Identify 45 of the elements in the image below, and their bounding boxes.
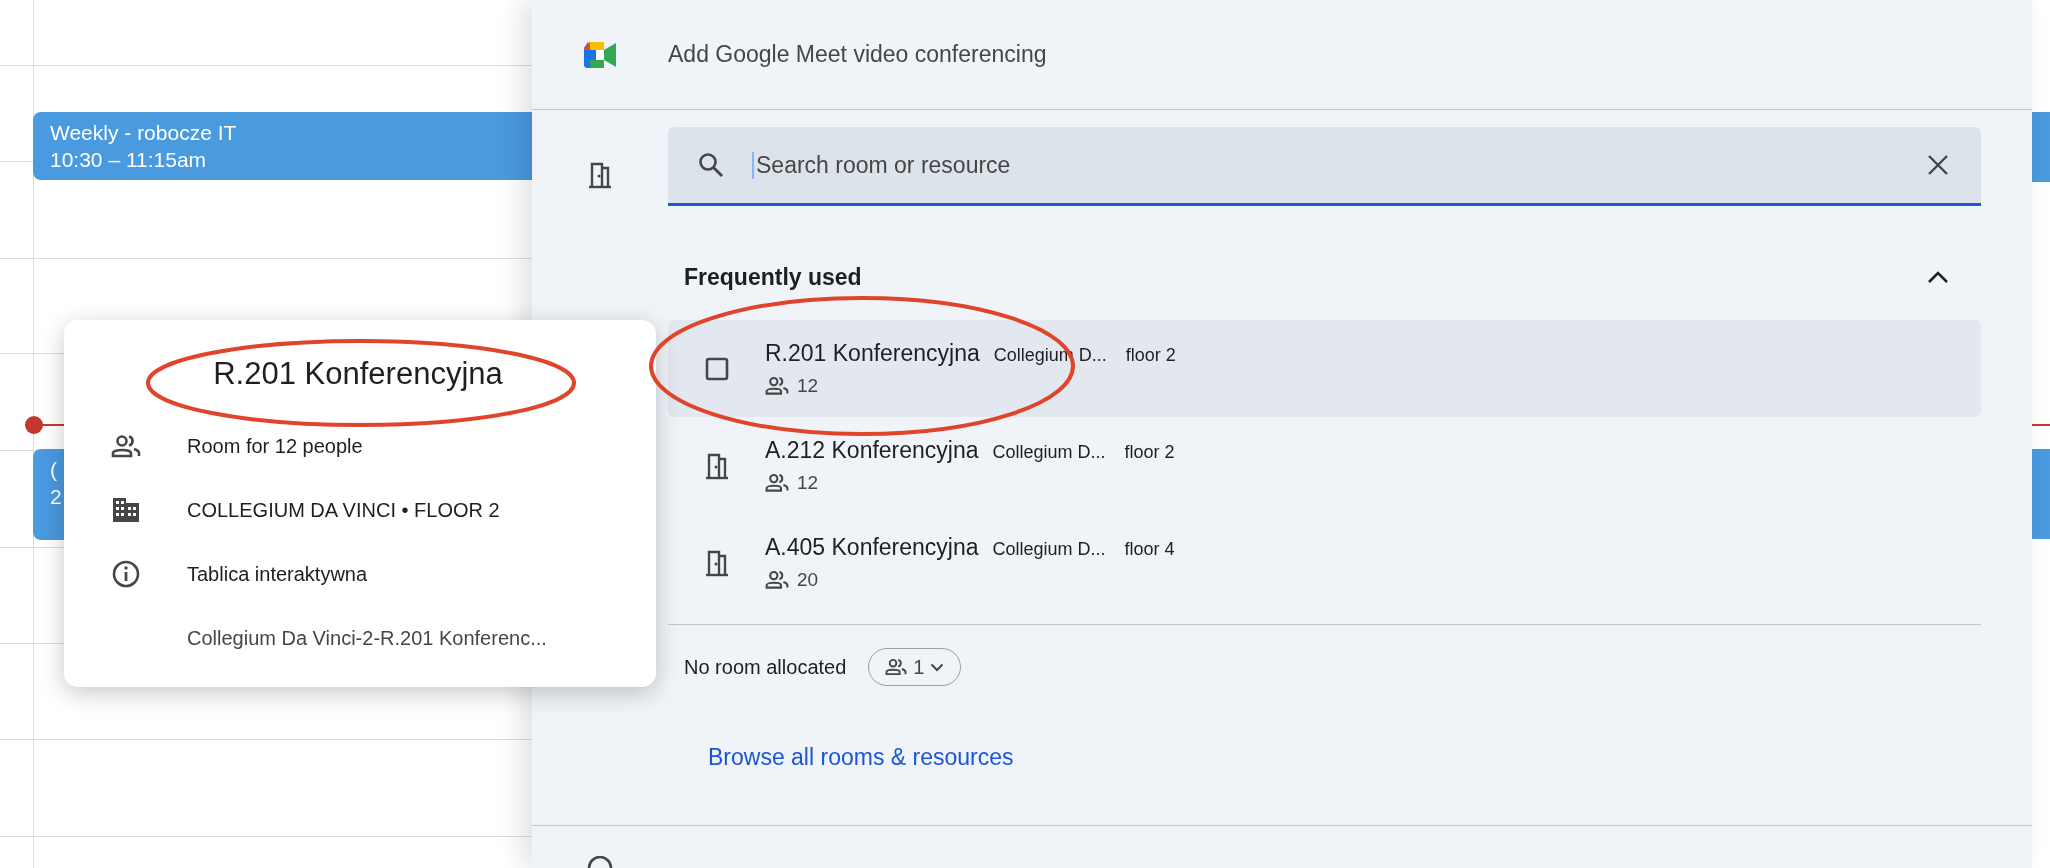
door-icon <box>703 548 730 577</box>
room-building: Collegium D... <box>992 539 1107 560</box>
room-floor: floor 4 <box>1124 539 1175 560</box>
search-bar[interactable]: Search room or resource <box>668 127 1981 206</box>
popup-detail: Tablica interaktywna <box>187 562 368 586</box>
info-icon <box>111 560 140 588</box>
no-room-label: No room allocated <box>684 655 847 679</box>
room-name: R.201 Konferencyjna <box>765 340 980 367</box>
chevron-down-icon <box>930 662 945 672</box>
popup-title: R.201 Konferencyjna <box>213 356 503 392</box>
room-floor: floor 2 <box>1124 442 1175 463</box>
door-icon <box>587 161 613 189</box>
people-icon <box>765 473 789 493</box>
popup-detail: Collegium Da Vinci-2-R.201 Konferenc... <box>187 626 547 650</box>
people-icon <box>765 376 789 396</box>
people-icon <box>765 570 789 590</box>
close-icon[interactable] <box>1927 154 1949 176</box>
room-name: A.405 Konferencyjna <box>765 534 979 561</box>
search-icon <box>698 152 724 178</box>
popup-detail: Room for 12 people <box>187 434 363 458</box>
section-heading: Frequently used <box>684 263 862 291</box>
current-time-line <box>2032 424 2050 426</box>
people-icon <box>885 658 908 676</box>
browse-rooms-link[interactable]: Browse all rooms & resources <box>668 744 1014 771</box>
checkbox[interactable] <box>704 356 729 381</box>
video-camera-icon <box>582 40 618 69</box>
event-time: 2 <box>50 484 62 510</box>
room-item[interactable]: A.405 Konferencyjna Collegium D... floor 4 20 <box>668 514 1981 611</box>
event-time: 10:30 – 11:15am <box>50 147 207 173</box>
door-icon <box>703 451 730 480</box>
popup-detail: COLLEGIUM DA VINCI • FLOOR 2 <box>187 498 500 522</box>
search-field[interactable]: Search room or resource <box>752 151 1899 179</box>
chevron-up-icon[interactable] <box>1927 270 1949 284</box>
meet-link[interactable]: Add Google Meet video conferencing <box>668 41 1047 68</box>
room-floor: floor 2 <box>1125 345 1176 366</box>
event-title: Weekly - robocze IT <box>50 120 237 146</box>
building-icon <box>111 497 140 523</box>
event-title: ( <box>50 457 57 483</box>
room-capacity: 12 <box>797 472 819 494</box>
room-capacity: 12 <box>797 375 819 397</box>
room-name: A.212 Konferencyjna <box>765 437 979 464</box>
room-capacity: 20 <box>797 569 819 591</box>
room-item[interactable]: A.212 Konferencyjna Collegium D... floor 2 12 <box>668 417 1981 514</box>
people-icon <box>110 434 141 458</box>
room-building: Collegium D... <box>992 442 1107 463</box>
